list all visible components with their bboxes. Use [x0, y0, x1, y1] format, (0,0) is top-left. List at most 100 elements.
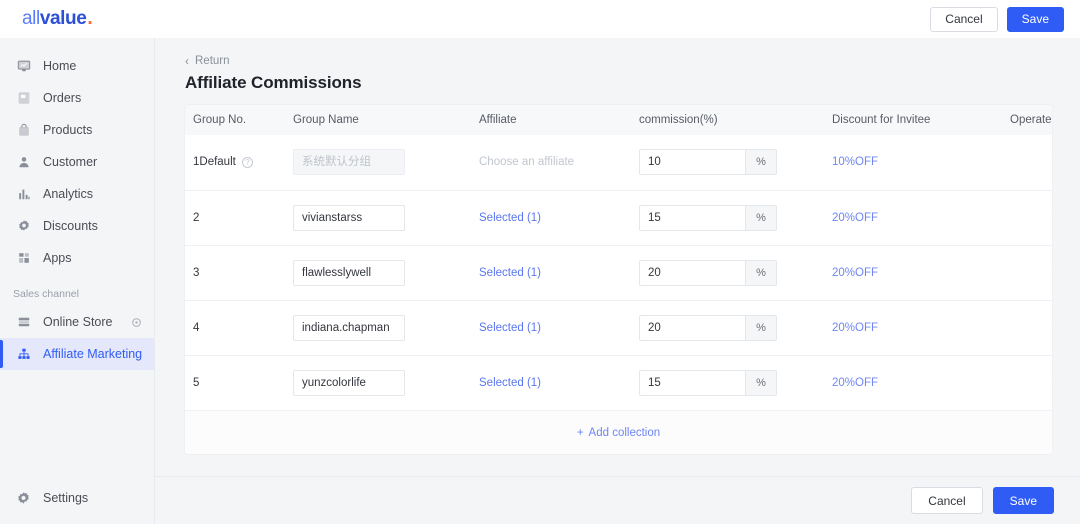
commission-input[interactable]	[639, 149, 745, 175]
cell-operate	[1002, 135, 1052, 190]
sidebar-item-label-customer: Customer	[43, 155, 154, 169]
group-name-input[interactable]	[293, 315, 405, 341]
affiliate-placeholder[interactable]: Choose an affiliate	[479, 156, 574, 168]
sidebar-item-label-affiliate-marketing: Affiliate Marketing	[43, 347, 154, 361]
table-row: 5 Selected (1)	[185, 355, 1052, 410]
info-icon[interactable]: ?	[242, 157, 253, 168]
sidebar-item-discounts[interactable]: Discounts	[0, 210, 154, 242]
cell-group-no: 3	[185, 245, 285, 300]
sidebar-item-home[interactable]: Home	[0, 50, 154, 82]
sidebar-item-label-products: Products	[43, 123, 154, 137]
column-header-commission: commission(%)	[631, 105, 824, 135]
affiliate-selected-link[interactable]: Selected (1)	[479, 377, 541, 389]
main-scroll-area: ‹ Return Affiliate Commissions Group No.	[155, 38, 1080, 476]
trash-icon[interactable]	[1049, 210, 1052, 223]
trash-icon[interactable]	[1049, 154, 1052, 167]
cell-affiliate: Selected (1)	[471, 300, 631, 355]
app-root: all value . Cancel Save Home	[0, 0, 1080, 524]
add-collection-button[interactable]: + Add collection	[577, 427, 660, 439]
group-name-input[interactable]	[293, 260, 405, 286]
trash-icon[interactable]	[1049, 375, 1052, 388]
cell-operate	[1002, 245, 1052, 300]
chevron-left-icon: ‹	[185, 55, 189, 67]
cell-commission: %	[631, 245, 824, 300]
sidebar-item-affiliate-marketing[interactable]: Affiliate Marketing	[0, 338, 154, 370]
table-head: Group No. Group Name Affiliate commissio…	[185, 105, 1052, 135]
group-no-value: 3	[193, 267, 199, 279]
table-row: 3 Selected (1)	[185, 245, 1052, 300]
group-no-value: 5	[193, 377, 199, 389]
return-label: Return	[195, 55, 230, 67]
sidebar-item-label-apps: Apps	[43, 251, 154, 265]
app-body: Home Orders Products	[0, 38, 1080, 524]
sidebar-item-products[interactable]: Products	[0, 114, 154, 146]
discount-link[interactable]: 20%OFF	[832, 267, 878, 279]
sidebar-bottom: Settings	[0, 482, 154, 524]
percent-suffix: %	[745, 205, 777, 231]
discount-link[interactable]: 20%OFF	[832, 377, 878, 389]
column-header-discount: Discount for Invitee	[824, 105, 1002, 135]
gear-icon[interactable]	[131, 317, 142, 328]
cell-commission: %	[631, 135, 824, 190]
return-link[interactable]: ‹ Return	[185, 55, 230, 67]
plus-icon: +	[577, 427, 584, 439]
commissions-card: Group No. Group Name Affiliate commissio…	[185, 105, 1052, 454]
top-bar-actions: Cancel Save	[930, 7, 1064, 32]
commission-input[interactable]	[639, 260, 745, 286]
sidebar-item-online-store[interactable]: Online Store	[0, 306, 154, 338]
affiliate-selected-link[interactable]: Selected (1)	[479, 322, 541, 334]
discount-link[interactable]: 10%OFF	[832, 156, 878, 168]
sidebar-spacer	[0, 370, 154, 482]
logo-text-value: value	[40, 8, 87, 30]
online-store-icon	[16, 315, 31, 330]
affiliate-hierarchy-icon	[16, 347, 31, 362]
trash-icon[interactable]	[1049, 265, 1052, 278]
sidebar-item-label-analytics: Analytics	[43, 187, 154, 201]
products-bag-icon	[16, 123, 31, 138]
sidebar-section-sales-channel: Sales channel	[0, 274, 154, 306]
top-bar: all value . Cancel Save	[0, 0, 1080, 38]
logo-dot: .	[87, 8, 92, 30]
column-header-group-no: Group No.	[185, 105, 285, 135]
table-row: 4 Selected (1)	[185, 300, 1052, 355]
sidebar-item-apps[interactable]: Apps	[0, 242, 154, 274]
table-body: 1Default ? Choose an affiliate	[185, 135, 1052, 410]
settings-gear-icon	[16, 491, 31, 506]
save-button-top[interactable]: Save	[1007, 7, 1064, 32]
cell-group-name	[285, 300, 471, 355]
affiliate-selected-link[interactable]: Selected (1)	[479, 267, 541, 279]
group-name-input	[293, 149, 405, 175]
group-name-input[interactable]	[293, 370, 405, 396]
commission-input[interactable]	[639, 370, 745, 396]
sidebar-item-settings[interactable]: Settings	[0, 482, 154, 514]
percent-suffix: %	[745, 149, 777, 175]
discounts-gear-icon	[16, 219, 31, 234]
commissions-table: Group No. Group Name Affiliate commissio…	[185, 105, 1052, 410]
sidebar-item-label-orders: Orders	[43, 91, 154, 105]
sidebar-item-orders[interactable]: Orders	[0, 82, 154, 114]
sidebar-item-label-online-store: Online Store	[43, 315, 119, 329]
cancel-button-top[interactable]: Cancel	[930, 7, 997, 32]
cell-group-name	[285, 135, 471, 190]
commission-input[interactable]	[639, 315, 745, 341]
cell-group-name	[285, 245, 471, 300]
save-button-footer[interactable]: Save	[993, 487, 1054, 514]
discount-link[interactable]: 20%OFF	[832, 322, 878, 334]
analytics-bars-icon	[16, 187, 31, 202]
group-name-input[interactable]	[293, 205, 405, 231]
affiliate-selected-link[interactable]: Selected (1)	[479, 212, 541, 224]
allvalue-logo[interactable]: all value .	[22, 8, 92, 30]
cell-commission: %	[631, 355, 824, 410]
cancel-button-footer[interactable]: Cancel	[911, 487, 982, 514]
column-header-group-name: Group Name	[285, 105, 471, 135]
commission-input[interactable]	[639, 205, 745, 231]
cell-commission: %	[631, 300, 824, 355]
sidebar-item-label-discounts: Discounts	[43, 219, 154, 233]
sidebar-item-analytics[interactable]: Analytics	[0, 178, 154, 210]
discount-link[interactable]: 20%OFF	[832, 212, 878, 224]
trash-icon[interactable]	[1049, 320, 1052, 333]
sidebar-item-customer[interactable]: Customer	[0, 146, 154, 178]
group-no-value: 4	[193, 322, 199, 334]
cell-operate	[1002, 300, 1052, 355]
cell-operate	[1002, 190, 1052, 245]
